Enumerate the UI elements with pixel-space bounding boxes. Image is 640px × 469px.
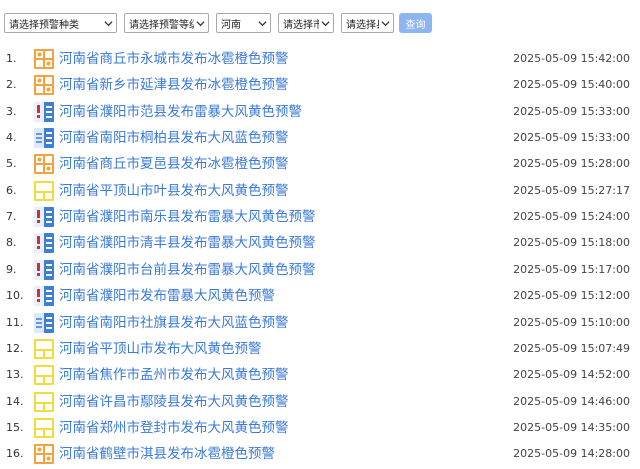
thunder-wind-yellow-icon bbox=[34, 207, 54, 228]
alert-time: 2025-05-09 14:28:00 bbox=[513, 447, 630, 461]
alert-index: 11. bbox=[6, 315, 24, 329]
alert-row: 14. 河南省许昌市鄢陵县发布大风黄色预警 2025-05-09 14:46:00 bbox=[0, 389, 640, 415]
thunder-wind-yellow-icon bbox=[34, 286, 54, 307]
province-value: 河南 bbox=[221, 19, 241, 31]
alert-index: 6. bbox=[6, 183, 17, 197]
alert-time: 2025-05-09 14:46:00 bbox=[513, 394, 630, 408]
alert-time: 2025-05-09 15:18:00 bbox=[513, 236, 630, 250]
alert-time: 2025-05-09 15:42:00 bbox=[513, 52, 630, 65]
warning-level-value: 请选择预警等级 bbox=[129, 19, 194, 31]
alert-index: 3. bbox=[6, 104, 17, 118]
alert-row: 8. 河南省濮阳市清丰县发布雷暴大风黄色预警 2025-05-09 15:18:00 bbox=[0, 230, 640, 256]
alert-index: 7. bbox=[6, 210, 17, 224]
chevron-down-icon bbox=[381, 20, 390, 26]
chevron-down-icon bbox=[321, 20, 330, 26]
thunder-wind-yellow-icon bbox=[34, 233, 54, 254]
alert-row: 7. 河南省濮阳市南乐县发布雷暴大风黄色预警 2025-05-09 15:24:00 bbox=[0, 204, 640, 230]
alert-title-link[interactable]: 河南省濮阳市南乐县发布雷暴大风黄色预警 bbox=[59, 207, 316, 227]
alert-row: 1. 河南省商丘市永城市发布冰雹橙色预警 2025-05-09 15:42:00 bbox=[0, 46, 640, 72]
alert-time: 2025-05-09 15:10:00 bbox=[513, 315, 630, 329]
hail-orange-icon bbox=[34, 75, 54, 96]
alert-time: 2025-05-09 14:35:00 bbox=[513, 420, 630, 434]
wind-yellow-icon bbox=[34, 180, 54, 201]
alert-time: 2025-05-09 15:17:00 bbox=[513, 262, 630, 276]
alert-index: 9. bbox=[6, 262, 17, 276]
alert-row: 9. 河南省濮阳市台前县发布雷暴大风黄色预警 2025-05-09 15:17:00 bbox=[0, 257, 640, 283]
wind-blue-icon bbox=[34, 128, 54, 149]
alert-title-link[interactable]: 河南省许昌市鄢陵县发布大风黄色预警 bbox=[59, 392, 289, 412]
wind-blue-icon bbox=[34, 312, 54, 333]
alert-row: 11. 河南省南阳市社旗县发布大风蓝色预警 2025-05-09 15:10:00 bbox=[0, 310, 640, 336]
alert-index: 4. bbox=[6, 131, 17, 145]
alert-time: 2025-05-09 15:27:17 bbox=[513, 183, 630, 197]
chevron-down-icon bbox=[196, 20, 205, 26]
alert-index: 14. bbox=[6, 394, 24, 408]
alert-title-link[interactable]: 河南省郑州市登封市发布大风黄色预警 bbox=[59, 418, 289, 438]
alert-row: 16. 河南省鹤壁市淇县发布冰雹橙色预警 2025-05-09 14:28:00 bbox=[0, 441, 640, 467]
alert-index: 10. bbox=[6, 289, 24, 303]
alert-time: 2025-05-09 14:52:00 bbox=[513, 368, 630, 382]
alert-title-link[interactable]: 河南省濮阳市范县发布雷暴大风黄色预警 bbox=[59, 102, 302, 122]
alert-index: 2. bbox=[6, 78, 17, 92]
warning-type-select[interactable]: 请选择预警种类 bbox=[4, 13, 117, 33]
alert-index: 15. bbox=[6, 420, 24, 434]
thunder-wind-yellow-icon bbox=[34, 101, 54, 122]
thunder-wind-yellow-icon bbox=[34, 259, 54, 280]
alert-index: 8. bbox=[6, 236, 17, 250]
warning-type-value: 请选择预警种类 bbox=[9, 19, 79, 31]
alert-title-link[interactable]: 河南省商丘市永城市发布冰雹橙色预警 bbox=[59, 49, 289, 69]
chevron-down-icon bbox=[258, 20, 267, 26]
alert-row: 3. 河南省濮阳市范县发布雷暴大风黄色预警 2025-05-09 15:33:00 bbox=[0, 99, 640, 125]
alert-time: 2025-05-09 15:07:49 bbox=[513, 341, 630, 355]
alert-index: 12. bbox=[6, 341, 24, 355]
alert-title-link[interactable]: 河南省平顶山市叶县发布大风黄色预警 bbox=[59, 181, 289, 201]
alert-index: 5. bbox=[6, 157, 17, 171]
alert-index: 16. bbox=[6, 447, 24, 461]
alert-time: 2025-05-09 15:24:00 bbox=[513, 210, 630, 224]
alert-row: 15. 河南省郑州市登封市发布大风黄色预警 2025-05-09 14:35:00 bbox=[0, 415, 640, 441]
province-select[interactable]: 河南 bbox=[216, 13, 271, 33]
alert-row: 12. 河南省平顶山市发布大风黄色预警 2025-05-09 15:07:49 bbox=[0, 336, 640, 362]
alert-time: 2025-05-09 15:40:00 bbox=[513, 78, 630, 92]
city-value: 请选择市 bbox=[283, 19, 319, 31]
alert-row: 10. 河南省濮阳市发布雷暴大风黄色预警 2025-05-09 15:12:00 bbox=[0, 283, 640, 309]
alert-title-link[interactable]: 河南省濮阳市发布雷暴大风黄色预警 bbox=[59, 286, 275, 306]
wind-yellow-icon bbox=[34, 365, 54, 386]
wind-yellow-icon bbox=[34, 391, 54, 412]
wind-yellow-icon bbox=[34, 338, 54, 359]
alert-title-link[interactable]: 河南省鹤壁市淇县发布冰雹橙色预警 bbox=[59, 444, 275, 464]
alert-time: 2025-05-09 15:33:00 bbox=[513, 131, 630, 145]
alert-time: 2025-05-09 15:28:00 bbox=[513, 157, 630, 171]
county-select[interactable]: 请选择县 bbox=[341, 13, 394, 33]
alert-row: 4. 河南省南阳市桐柏县发布大风蓝色预警 2025-05-09 15:33:00 bbox=[0, 125, 640, 151]
hail-orange-icon bbox=[34, 154, 54, 175]
alert-time: 2025-05-09 15:12:00 bbox=[513, 289, 630, 303]
warning-level-select[interactable]: 请选择预警等级 bbox=[124, 13, 209, 33]
alert-index: 13. bbox=[6, 368, 24, 382]
county-value: 请选择县 bbox=[346, 19, 379, 31]
alert-time: 2025-05-09 15:33:00 bbox=[513, 104, 630, 118]
alert-row: 13. 河南省焦作市孟州市发布大风黄色预警 2025-05-09 14:52:00 bbox=[0, 362, 640, 388]
alert-title-link[interactable]: 河南省平顶山市发布大风黄色预警 bbox=[59, 339, 262, 359]
query-button[interactable]: 查询 bbox=[399, 13, 432, 33]
alert-row: 2. 河南省新乡市延津县发布冰雹橙色预警 2025-05-09 15:40:00 bbox=[0, 72, 640, 98]
alert-title-link[interactable]: 河南省商丘市夏邑县发布冰雹橙色预警 bbox=[59, 154, 289, 174]
alert-title-link[interactable]: 河南省焦作市孟州市发布大风黄色预警 bbox=[59, 365, 289, 385]
hail-orange-icon bbox=[34, 444, 54, 465]
alert-row: 6. 河南省平顶山市叶县发布大风黄色预警 2025-05-09 15:27:17 bbox=[0, 178, 640, 204]
alert-title-link[interactable]: 河南省南阳市桐柏县发布大风蓝色预警 bbox=[59, 128, 289, 148]
wind-yellow-icon bbox=[34, 417, 54, 438]
alert-index: 1. bbox=[6, 52, 17, 65]
chevron-down-icon bbox=[104, 20, 113, 26]
alert-title-link[interactable]: 河南省南阳市社旗县发布大风蓝色预警 bbox=[59, 313, 289, 333]
city-select[interactable]: 请选择市 bbox=[278, 13, 334, 33]
hail-orange-icon bbox=[34, 49, 54, 69]
alert-title-link[interactable]: 河南省濮阳市清丰县发布雷暴大风黄色预警 bbox=[59, 233, 316, 253]
alert-title-link[interactable]: 河南省新乡市延津县发布冰雹橙色预警 bbox=[59, 75, 289, 95]
alert-title-link[interactable]: 河南省濮阳市台前县发布雷暴大风黄色预警 bbox=[59, 260, 316, 280]
alert-row: 5. 河南省商丘市夏邑县发布冰雹橙色预警 2025-05-09 15:28:00 bbox=[0, 151, 640, 177]
filter-toolbar: 请选择预警种类 请选择预警等级 河南 请选择市 请选择县 查询 bbox=[4, 13, 432, 33]
